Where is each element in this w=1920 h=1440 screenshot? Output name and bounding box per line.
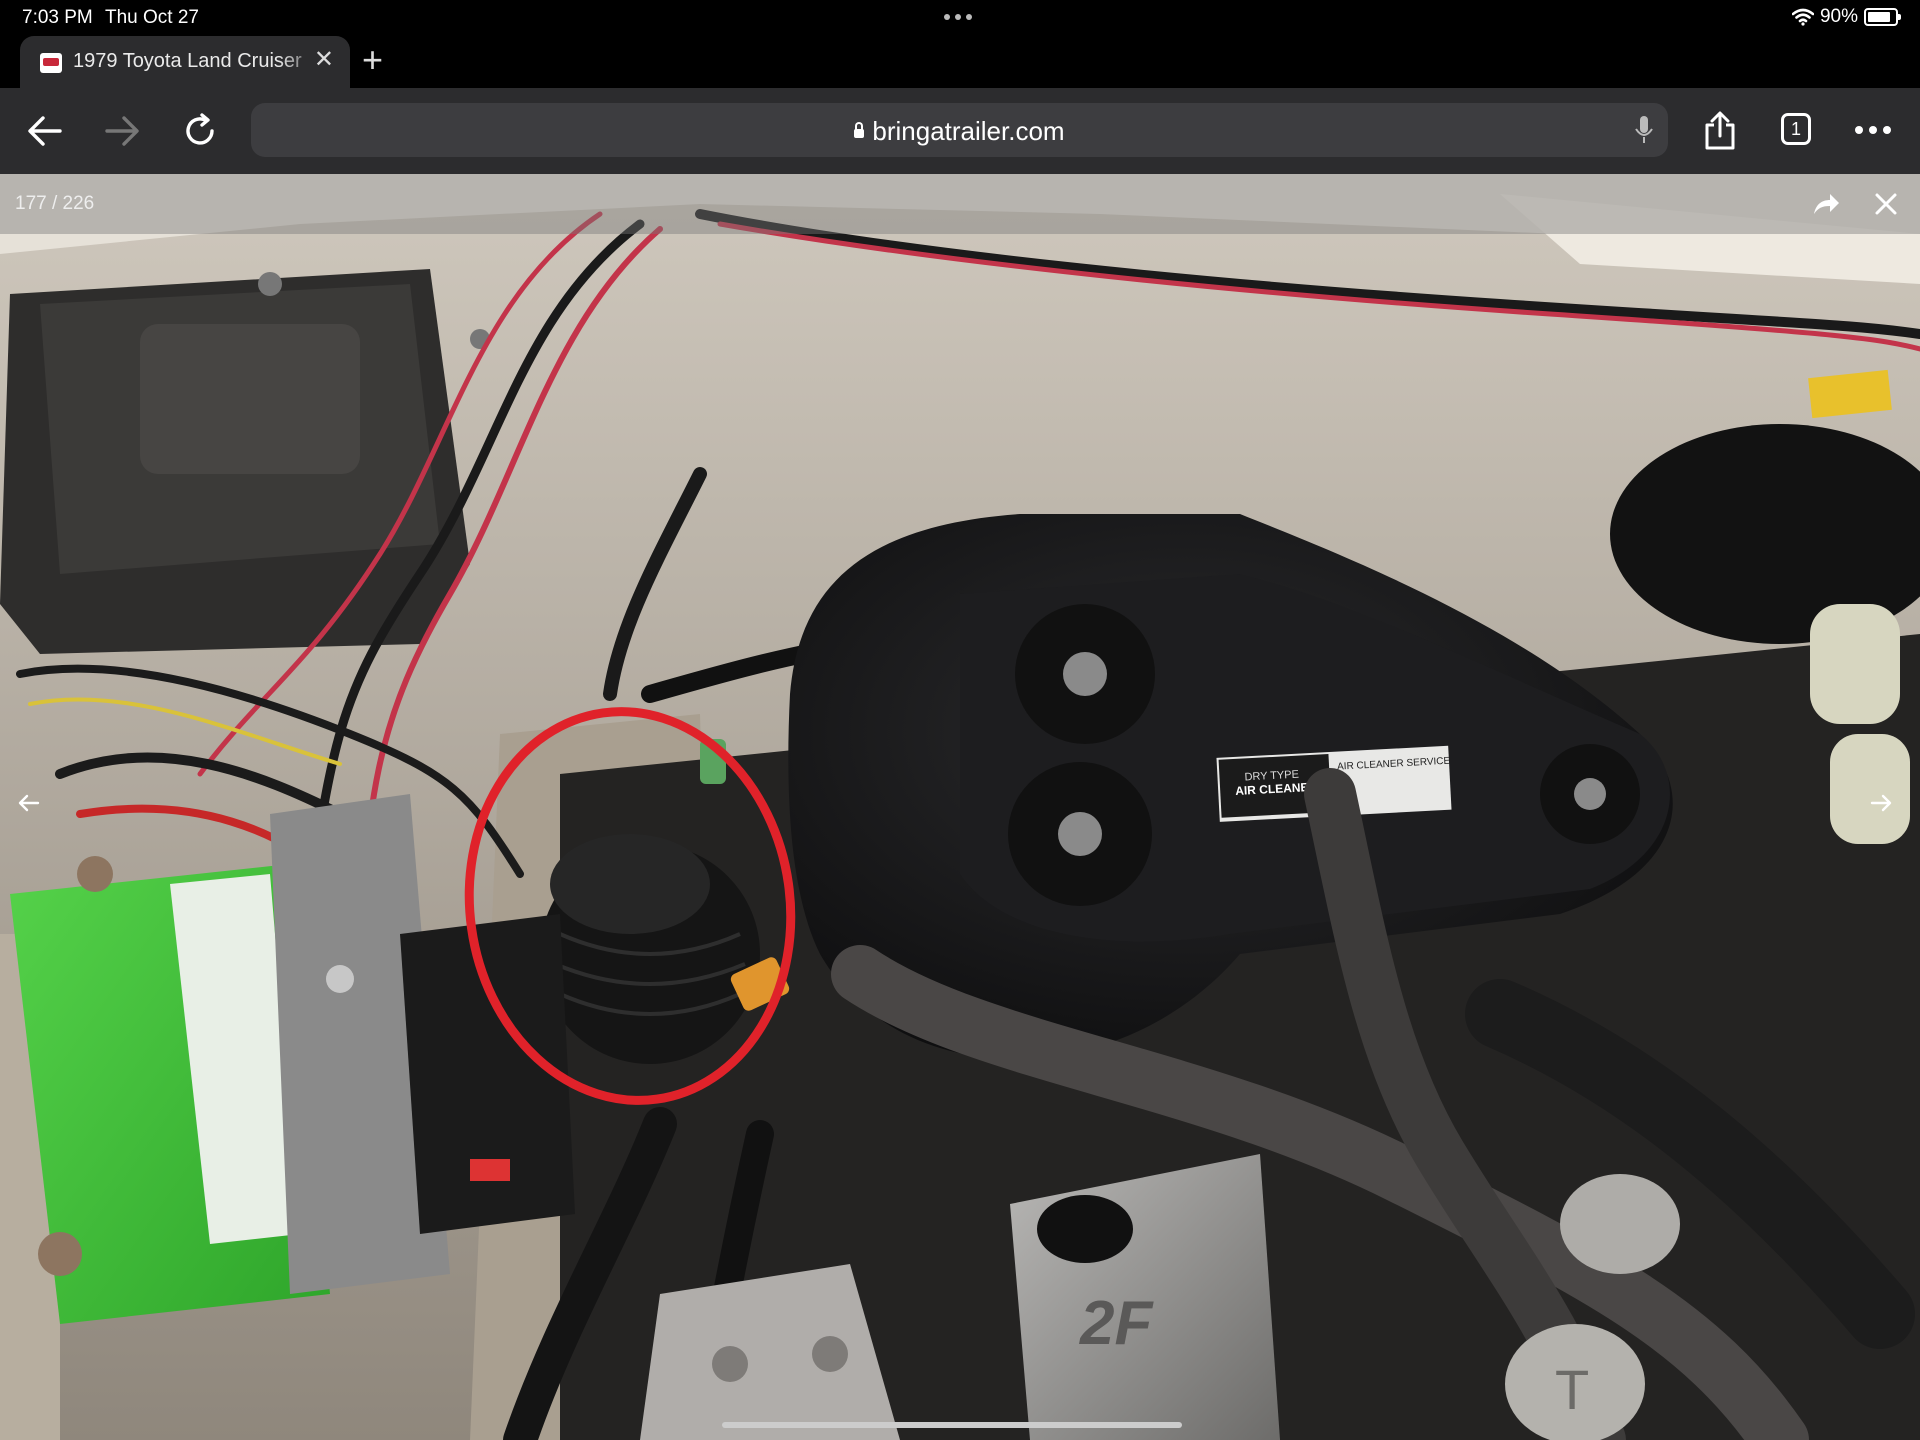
previous-photo-icon[interactable] — [18, 794, 40, 817]
forward-arrow-icon — [105, 116, 139, 146]
share-icon — [1705, 111, 1735, 150]
forward-button[interactable] — [99, 108, 145, 154]
wifi-icon — [1791, 8, 1814, 26]
next-photo-icon[interactable] — [1870, 794, 1892, 817]
tab-strip: 1979 Toyota Land Cruiser ✕ + — [0, 34, 1920, 88]
new-tab-button[interactable]: + — [362, 42, 383, 78]
engine-bay-photo: DRY TYPE AIR CLEANER AIR CLEANER SERVICE… — [0, 174, 1920, 1440]
more-options-icon[interactable] — [1855, 126, 1891, 134]
multitasking-dots-icon[interactable] — [944, 14, 972, 20]
status-indicators: 90% — [1791, 6, 1901, 28]
tab-overview-button[interactable]: 1 — [1781, 113, 1811, 145]
status-bar: 7:03 PM Thu Oct 27 90% — [0, 0, 1920, 34]
back-button[interactable] — [22, 108, 68, 154]
status-date: Thu Oct 27 — [105, 7, 199, 28]
tab-title: 1979 Toyota Land Cruiser — [73, 50, 302, 72]
photo-close-icon[interactable] — [1874, 192, 1898, 221]
microphone-icon[interactable] — [1634, 115, 1654, 150]
url-text: bringatrailer.com — [872, 116, 1065, 146]
photo-counter: 177 / 226 — [15, 193, 95, 214]
reload-button[interactable] — [177, 108, 223, 154]
browser-tab[interactable]: 1979 Toyota Land Cruiser ✕ — [20, 36, 350, 88]
viewer-top-bar: 177 / 226 — [0, 174, 1920, 234]
home-indicator[interactable] — [722, 1422, 1182, 1428]
address-bar[interactable]: bringatrailer.com — [251, 103, 1668, 157]
engine-cast-text: 2F — [1079, 1289, 1154, 1358]
photo-share-icon[interactable] — [1812, 192, 1840, 221]
share-button[interactable] — [1697, 108, 1743, 154]
tab-close-icon[interactable]: ✕ — [314, 48, 334, 72]
bat-favicon-icon — [40, 53, 62, 73]
browser-toolbar: bringatrailer.com 1 — [0, 88, 1920, 174]
photo-viewer: DRY TYPE AIR CLEANER AIR CLEANER SERVICE… — [0, 174, 1920, 1440]
battery-percent: 90% — [1819, 6, 1858, 27]
svg-text:T: T — [1555, 1358, 1589, 1421]
reload-icon — [186, 113, 214, 145]
status-time: 7:03 PM — [22, 7, 93, 28]
back-arrow-icon — [28, 116, 62, 146]
battery-icon — [1864, 8, 1901, 26]
lock-icon — [854, 122, 865, 138]
